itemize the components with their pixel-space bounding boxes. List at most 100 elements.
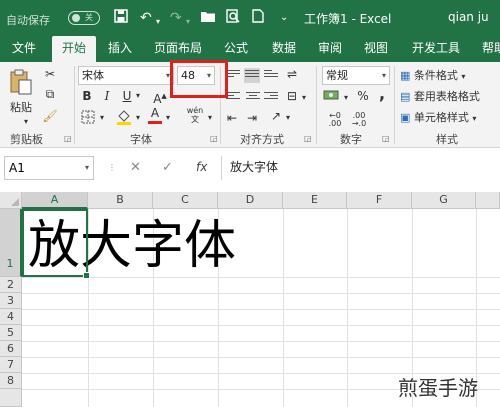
row-header-3[interactable]: 3 — [0, 293, 22, 309]
paste-dropdown-icon[interactable]: ▾ — [20, 114, 32, 130]
group-divider — [74, 66, 75, 144]
insert-function-button[interactable]: fx — [196, 160, 207, 174]
copy-icon[interactable]: ⧉ — [42, 86, 58, 102]
tab-developer[interactable]: 开发工具 — [404, 36, 468, 62]
wrap-text-icon[interactable]: ⇌ — [284, 66, 300, 82]
active-cell-a1[interactable] — [22, 209, 90, 279]
save-icon[interactable] — [114, 9, 128, 28]
font-name-select[interactable]: 宋体 ▾ — [78, 66, 174, 85]
formula-input[interactable]: 放大字体 — [221, 156, 500, 180]
title-bar: 自动保存 关 ↶ ▾ ↷ ▾ ⌄ 工作簿1 - Excel qian ju — [0, 0, 500, 36]
formula-bar-menu-icon[interactable]: ⋮ — [108, 163, 116, 172]
alignment-launcher-icon[interactable]: ◲ — [304, 134, 312, 143]
tab-insert[interactable]: 插入 — [100, 36, 140, 62]
number-launcher-icon[interactable]: ◲ — [382, 134, 390, 143]
formula-bar: A1 ▾ ⋮ ✕ ✓ fx 放大字体 — [0, 148, 500, 192]
accounting-dropdown-icon[interactable]: ▾ — [342, 90, 350, 106]
row-header-2[interactable]: 2 — [0, 277, 22, 293]
percent-button[interactable]: % — [356, 88, 370, 104]
merge-dropdown-icon[interactable]: ▾ — [300, 90, 308, 106]
row-header-8[interactable]: 8 — [0, 373, 22, 389]
cut-icon[interactable]: ✂ — [42, 66, 58, 82]
tab-data[interactable]: 数据 — [262, 36, 306, 62]
align-right-icon[interactable] — [264, 92, 278, 104]
format-as-table-button[interactable]: ▤ 套用表格格式 — [400, 89, 500, 105]
align-bottom-icon[interactable] — [264, 70, 278, 82]
row-header-6[interactable]: 6 — [0, 341, 22, 357]
align-center-icon[interactable] — [246, 92, 260, 104]
align-left-icon[interactable] — [226, 92, 240, 104]
increase-decimal-icon[interactable]: ←0.00 — [326, 112, 344, 128]
row-header-4[interactable]: 4 — [0, 309, 22, 325]
orientation-dropdown-icon[interactable]: ▾ — [284, 110, 292, 126]
font-increase-icon[interactable]: A▲ — [152, 88, 168, 107]
cell-styles-button[interactable]: ▣ 单元格样式 ▾ — [400, 110, 500, 127]
borders-dropdown-icon[interactable]: ▾ — [98, 110, 106, 126]
row-header-partial[interactable] — [0, 389, 22, 407]
tab-home[interactable]: 开始 — [52, 36, 96, 62]
column-header-partial[interactable] — [476, 192, 500, 209]
accounting-format-icon[interactable] — [322, 88, 340, 106]
clipboard-launcher-icon[interactable]: ◲ — [64, 134, 72, 143]
customize-toolbar-icon[interactable]: ⌄ — [280, 9, 288, 27]
row-header-5[interactable]: 5 — [0, 325, 22, 341]
orientation-icon[interactable]: ↗ — [268, 108, 284, 124]
open-folder-icon[interactable] — [200, 9, 216, 28]
cancel-icon[interactable]: ✕ — [130, 160, 141, 175]
redo-dropdown-icon[interactable]: ▾ — [186, 13, 190, 31]
tab-review[interactable]: 审阅 — [310, 36, 350, 62]
tab-page-layout[interactable]: 页面布局 — [148, 36, 208, 62]
column-header-c[interactable]: C — [153, 192, 218, 209]
underline-dropdown-icon[interactable]: ▾ — [134, 88, 142, 104]
italic-button[interactable]: I — [100, 88, 114, 104]
column-header-a[interactable]: A — [22, 192, 88, 209]
autosave-toggle[interactable]: 关 — [68, 11, 100, 25]
paste-icon[interactable] — [8, 68, 34, 96]
row-header-7[interactable]: 7 — [0, 357, 22, 373]
tab-file[interactable]: 文件 — [4, 36, 44, 62]
column-header-d[interactable]: D — [218, 192, 283, 209]
redo-icon[interactable]: ↷ — [170, 9, 182, 27]
print-preview-icon[interactable] — [226, 9, 240, 28]
undo-dropdown-icon[interactable]: ▾ — [156, 13, 160, 31]
phonetic-guide-icon[interactable]: wén 文 — [184, 106, 206, 124]
row-header-1[interactable]: 1 — [0, 209, 22, 277]
number-format-select[interactable]: 常规 ▾ — [322, 66, 390, 85]
chevron-down-icon: ▾ — [381, 71, 386, 80]
comma-style-button[interactable]: , — [376, 86, 388, 102]
font-launcher-icon[interactable]: ◲ — [210, 134, 218, 143]
tab-view[interactable]: 视图 — [356, 36, 396, 62]
gridline — [22, 309, 500, 310]
tab-help[interactable]: 帮助 — [474, 36, 500, 62]
gridline — [22, 357, 500, 358]
column-header-e[interactable]: E — [283, 192, 347, 209]
name-box[interactable]: A1 ▾ — [4, 156, 94, 180]
align-middle-icon[interactable] — [244, 68, 260, 83]
fill-color-dropdown-icon[interactable]: ▾ — [134, 110, 142, 126]
align-top-icon[interactable] — [226, 70, 240, 82]
new-document-icon[interactable] — [252, 9, 264, 28]
tab-formulas[interactable]: 公式 — [216, 36, 256, 62]
column-header-g[interactable]: G — [412, 192, 476, 209]
group-divider — [316, 66, 317, 144]
bold-button[interactable]: B — [80, 88, 94, 104]
format-painter-icon[interactable]: 🖌 — [42, 108, 58, 124]
font-color-dropdown-icon[interactable]: ▾ — [164, 110, 172, 126]
underline-button[interactable]: U — [120, 88, 134, 104]
phonetic-dropdown-icon[interactable]: ▾ — [206, 110, 214, 126]
fill-color-icon[interactable] — [116, 108, 132, 130]
merge-center-icon[interactable]: ⊟ — [284, 88, 300, 104]
column-header-f[interactable]: F — [347, 192, 412, 209]
number-group-label: 数字 — [340, 133, 362, 146]
select-all-button[interactable] — [0, 192, 22, 209]
enter-icon[interactable]: ✓ — [162, 160, 173, 175]
font-color-button[interactable]: A — [148, 106, 162, 124]
conditional-formatting-button[interactable]: ▦ 条件格式 ▾ — [400, 68, 500, 85]
increase-indent-icon[interactable]: ⇥ — [244, 110, 260, 126]
decrease-indent-icon[interactable]: ⇤ — [224, 110, 240, 126]
column-header-b[interactable]: B — [88, 192, 153, 209]
undo-icon[interactable]: ↶ — [140, 9, 152, 27]
decrease-decimal-icon[interactable]: .00 →.0 — [350, 112, 368, 128]
borders-icon[interactable] — [80, 110, 96, 128]
user-name[interactable]: qian ju — [448, 10, 489, 24]
